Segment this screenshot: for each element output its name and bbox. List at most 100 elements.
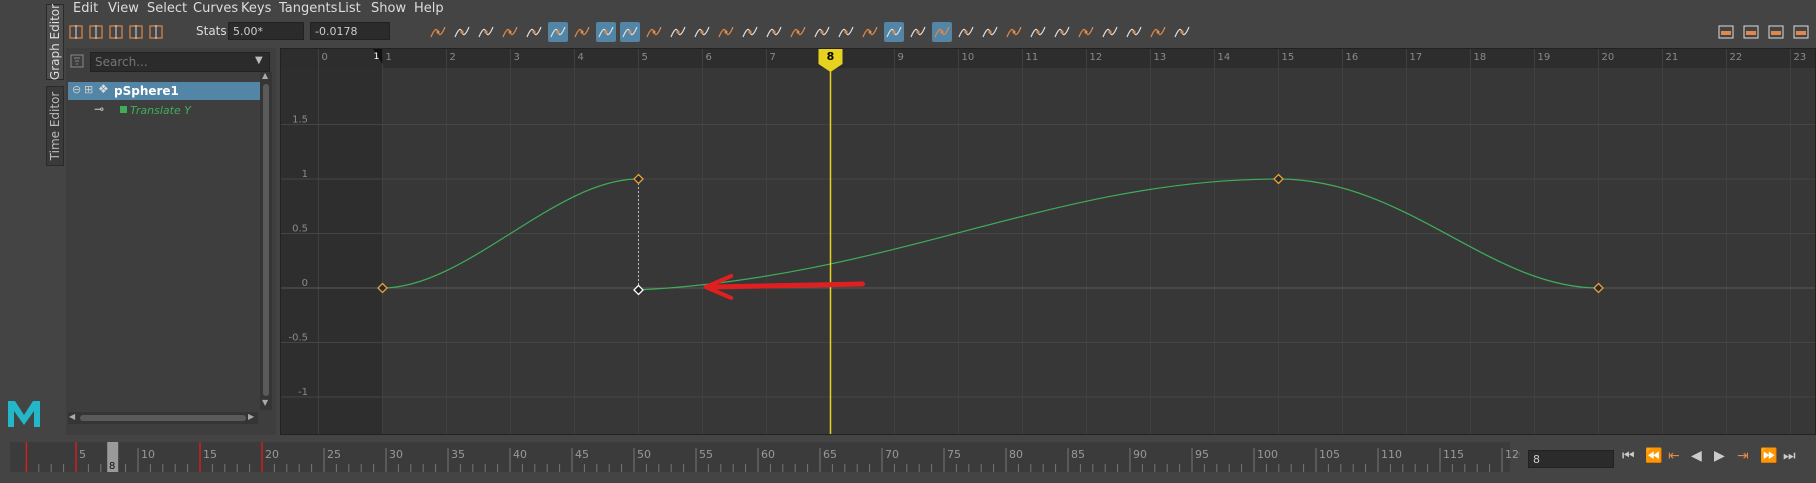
stats-label: Stats <box>196 24 227 38</box>
frame-tick-label: 15 <box>1282 52 1295 63</box>
menu-list[interactable]: List <box>338 1 361 16</box>
lattice-deform-icon[interactable] <box>106 22 126 42</box>
step-back-key-icon[interactable]: ⏪ <box>1645 448 1662 464</box>
menu-edit[interactable]: Edit <box>73 1 98 16</box>
time-tick-label: 90 <box>1133 448 1147 461</box>
selected-keyframe[interactable] <box>633 284 644 296</box>
plateau-tangent-icon[interactable] <box>716 22 736 42</box>
frame-tick-label: 4 <box>578 52 584 63</box>
horizontal-scroll-thumb[interactable] <box>80 415 246 421</box>
offset-icon[interactable] <box>1052 22 1072 42</box>
go-to-start-icon[interactable]: ⏮ <box>1622 448 1635 464</box>
swap-buffer-icon[interactable] <box>860 22 880 42</box>
select-key-icon[interactable] <box>548 22 568 42</box>
flat-tangent-icon[interactable] <box>668 22 688 42</box>
snapshot-icon[interactable] <box>884 22 904 42</box>
trax-icon[interactable] <box>1766 22 1786 42</box>
time-tick-label: 15 <box>203 448 217 461</box>
time-tick-label: 60 <box>761 448 775 461</box>
step-tangent-icon[interactable] <box>692 22 712 42</box>
graph-outliner: ⊖ ⊞ ❖ pSphere1 ⊸ Translate Y ▲ ▼ ◀ ▶ <box>66 48 276 435</box>
menu-tangents[interactable]: Tangents <box>279 1 337 16</box>
center-current-icon[interactable] <box>524 22 544 42</box>
auto-tangent-icon[interactable] <box>572 22 592 42</box>
retime-tool-icon[interactable] <box>146 22 166 42</box>
frame-playback-icon[interactable] <box>500 22 520 42</box>
denormalize-icon[interactable] <box>452 22 472 42</box>
expand-icon[interactable]: ⊞ <box>84 83 93 96</box>
key-lock-icon: ⊸ <box>94 102 105 116</box>
scroll-right-icon[interactable]: ▶ <box>248 412 254 421</box>
time-tick-label: 75 <box>947 448 961 461</box>
normalize-curve-icon[interactable] <box>1172 22 1192 42</box>
frame-tick-label: 16 <box>1346 52 1359 63</box>
menu-help[interactable]: Help <box>414 1 444 16</box>
menu-select[interactable]: Select <box>147 1 187 16</box>
menu-keys[interactable]: Keys <box>241 1 271 16</box>
current-frame-label: 8 <box>827 50 835 63</box>
linear-cycle-icon[interactable] <box>1076 22 1096 42</box>
buffer-curve-icon[interactable] <box>836 22 856 42</box>
search-dropdown-icon[interactable]: ▼ <box>255 55 263 66</box>
outliner-vertical-scrollbar[interactable]: ▲ ▼ <box>260 71 272 410</box>
scroll-up-icon[interactable]: ▲ <box>262 71 268 80</box>
menu-view[interactable]: View <box>108 1 139 16</box>
post-infinity-icon[interactable] <box>1004 22 1024 42</box>
cycle-icon[interactable] <box>1028 22 1048 42</box>
break-tangent-icon[interactable] <box>740 22 760 42</box>
scroll-down-icon[interactable]: ▼ <box>262 398 268 407</box>
vertical-scroll-thumb[interactable] <box>263 84 269 396</box>
free-weight-icon[interactable] <box>788 22 808 42</box>
current-frame-field[interactable] <box>1528 450 1614 468</box>
unify-tangent-icon[interactable] <box>764 22 784 42</box>
outliner-search-input[interactable] <box>90 52 270 72</box>
spline-tangent-icon[interactable] <box>596 22 616 42</box>
insert-keys-icon[interactable] <box>86 22 106 42</box>
step-forward-key-icon[interactable]: ⏩ <box>1760 448 1777 464</box>
oscillate-icon[interactable] <box>1124 22 1144 42</box>
menu-show[interactable]: Show <box>371 1 406 16</box>
outliner-row-psphere1[interactable]: ⊖ ⊞ ❖ pSphere1 <box>68 82 264 100</box>
step-back-frame-icon[interactable]: ⇤ <box>1668 448 1680 464</box>
keyframe[interactable] <box>1273 173 1284 185</box>
frame-value-field[interactable] <box>228 22 304 40</box>
filter-icon[interactable] <box>70 54 84 68</box>
clamped-tangent-icon[interactable] <box>620 22 640 42</box>
menu-curves[interactable]: Curves <box>193 1 238 16</box>
collapse-icon[interactable]: ⊖ <box>72 83 81 96</box>
magnet-icon[interactable] <box>932 22 952 42</box>
time-slider-track[interactable] <box>10 442 1510 472</box>
tab-graph-editor[interactable]: Graph Editor <box>46 4 64 80</box>
outliner-row-translate-y[interactable]: ⊸ Translate Y <box>68 102 264 120</box>
anim-curve-segment[interactable] <box>638 178 1599 291</box>
time-tick-label: 115 <box>1443 448 1464 461</box>
outliner-horizontal-scrollbar[interactable]: ◀ ▶ <box>68 412 258 424</box>
move-view-icon[interactable] <box>1716 22 1736 42</box>
go-to-end-icon[interactable]: ⏭ <box>1783 448 1796 464</box>
dopesheet-icon[interactable] <box>1741 22 1761 42</box>
pre-infinity-icon[interactable] <box>980 22 1000 42</box>
move-nearest-keys-icon[interactable] <box>66 22 86 42</box>
play-forward-icon[interactable]: ▶ <box>1714 448 1725 464</box>
region-tool-icon[interactable] <box>126 22 146 42</box>
stack-curves-icon[interactable] <box>956 22 976 42</box>
curve-graph[interactable]: 012345678910111213141516171819202122231.… <box>280 48 1816 435</box>
tab-time-editor[interactable]: Time Editor <box>46 86 64 166</box>
step-forward-frame-icon[interactable]: ⇥ <box>1737 448 1749 464</box>
scroll-left-icon[interactable]: ◀ <box>69 412 75 421</box>
keyframe[interactable] <box>633 173 644 185</box>
graph-view[interactable]: 012345678910111213141516171819202122231.… <box>280 48 1816 435</box>
normalize-icon[interactable] <box>428 22 448 42</box>
lock-weight-icon[interactable] <box>812 22 832 42</box>
time-slider[interactable]: 5 10 15 20 25 30 35 40 45 50 55 60 65 70 75 80 85 90 95 100… <box>0 442 1520 483</box>
panel-layout-icon[interactable] <box>1791 22 1811 42</box>
play-backward-icon[interactable]: ◀ <box>1691 448 1702 464</box>
infinity-icon[interactable] <box>908 22 928 42</box>
time-tick-label: 70 <box>885 448 899 461</box>
curve-presets-icon[interactable] <box>1148 22 1168 42</box>
keyframe[interactable] <box>1593 282 1604 294</box>
linear-tangent-icon[interactable] <box>644 22 664 42</box>
constant-icon[interactable] <box>1100 22 1120 42</box>
key-value-field[interactable] <box>310 22 390 40</box>
frame-all-icon[interactable] <box>476 22 496 42</box>
